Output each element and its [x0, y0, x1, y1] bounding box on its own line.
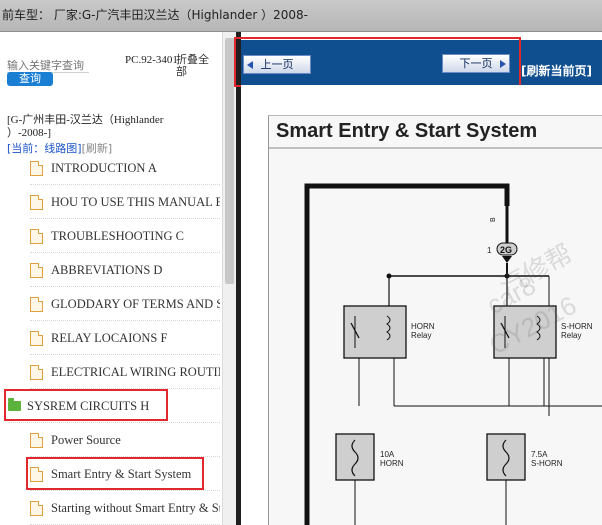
s-horn-fuse-name: S-HORN	[531, 459, 563, 468]
connector-id-text: 2G	[500, 245, 512, 255]
document-icon	[30, 228, 43, 244]
horn-fuse-box	[335, 433, 375, 481]
wire-code-text: B	[490, 217, 497, 222]
tree-item-label: Starting without Smart Entry & Start	[51, 500, 220, 515]
document-icon	[30, 432, 43, 448]
tree-item[interactable]: HOU TO USE THIS MANUAL B	[30, 185, 220, 219]
nav-highlight-box	[234, 37, 521, 87]
tree-item-label: INTRODUCTION A	[51, 160, 157, 175]
tree-item-label: HOU TO USE THIS MANUAL B	[51, 194, 220, 209]
tree-item[interactable]: ELECTRICAL WIRING ROUTING	[30, 355, 220, 389]
s-horn-fuse-box	[486, 433, 526, 481]
connector-pin-text: 1	[487, 246, 492, 255]
horn-relay-box	[343, 305, 407, 359]
sidebar: 查询 PC.92-3401 折叠全部 [G-广州丰田-汉兰达（Highlande…	[0, 32, 222, 525]
tree-item[interactable]: Power Source	[30, 423, 220, 457]
item-highlight-box	[26, 457, 204, 490]
tree-item[interactable]: GLODDARY OF TERMS AND SYMBOLS	[30, 287, 220, 321]
document-icon	[30, 296, 43, 312]
pc-code: PC.92-3401	[125, 54, 178, 66]
tree-item[interactable]: ABBREVIATIONS D	[30, 253, 220, 287]
tree-item[interactable]: RELAY LOCAIONS F	[30, 321, 220, 355]
folder-highlight-box	[4, 389, 168, 421]
top-bar: 前车型： 厂家:G-广汽丰田汉兰达（Highlander ）2008-	[0, 0, 602, 32]
document-icon	[30, 160, 43, 176]
horn-relay-label: HORN Relay	[411, 322, 437, 340]
document-viewer: Smart Entry & Start System B 1 2G HORN R…	[241, 85, 602, 525]
collapse-all-link[interactable]: 折叠全部	[176, 54, 216, 78]
sidebar-scroll-thumb[interactable]	[225, 38, 234, 284]
search-input[interactable]	[7, 58, 89, 73]
document-icon	[30, 262, 43, 278]
tree-item-label: GLODDARY OF TERMS AND SYMBOLS	[51, 296, 220, 311]
document-icon	[30, 194, 43, 210]
vehicle-title: 前车型： 厂家:G-广汽丰田汉兰达（Highlander ）2008-	[2, 8, 308, 22]
refresh-current-page-link[interactable]: [刷新当前页]	[521, 62, 592, 79]
tree-item-label: ELECTRICAL WIRING ROUTING	[51, 364, 220, 379]
document-icon	[30, 500, 43, 516]
relay1-line1: HORN	[411, 322, 435, 331]
tree-item-label: TROUBLESHOOTING C	[51, 228, 184, 243]
tree-item-label: Power Source	[51, 432, 121, 447]
s-horn-fuse-rating: 7.5A	[531, 450, 548, 459]
horn-fuse-rating: 10A	[380, 450, 395, 459]
document-icon	[30, 330, 43, 346]
tree-item[interactable]: Starting without Smart Entry & Start	[30, 491, 220, 525]
tree-item[interactable]: TROUBLESHOOTING C	[30, 219, 220, 253]
document-icon	[30, 364, 43, 380]
relay1-line2: Relay	[411, 331, 431, 340]
search-button[interactable]: 查询	[7, 72, 53, 86]
tree-item-label: RELAY LOCAIONS F	[51, 330, 168, 345]
tree-item[interactable]: INTRODUCTION A	[30, 151, 220, 185]
horn-fuse-name: HORN	[380, 459, 404, 468]
car-model-title: [G-广州丰田-汉兰达（Highlander ）-2008-]	[7, 114, 164, 139]
tree-item-label: ABBREVIATIONS D	[51, 262, 163, 277]
relay2-line2: Relay	[561, 331, 581, 340]
